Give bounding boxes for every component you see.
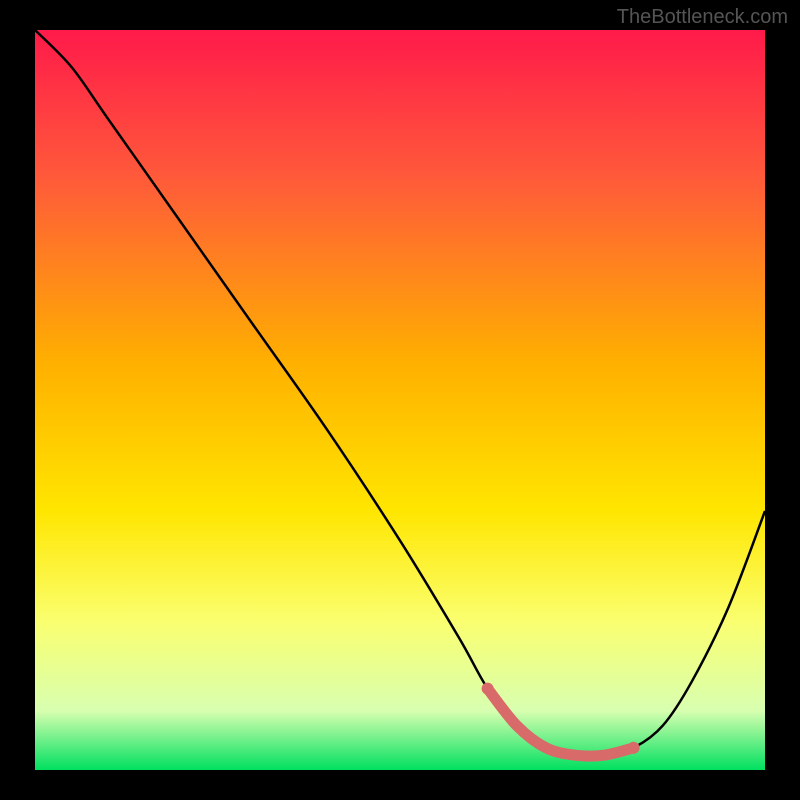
highlight-endpoint bbox=[482, 683, 494, 695]
chart-svg bbox=[35, 30, 765, 770]
watermark-text: TheBottleneck.com bbox=[617, 6, 788, 29]
chart-container: TheBottleneck.com bbox=[0, 0, 800, 800]
highlight-endpoint bbox=[628, 742, 640, 754]
gradient-background bbox=[35, 30, 765, 770]
plot-area bbox=[35, 30, 765, 770]
